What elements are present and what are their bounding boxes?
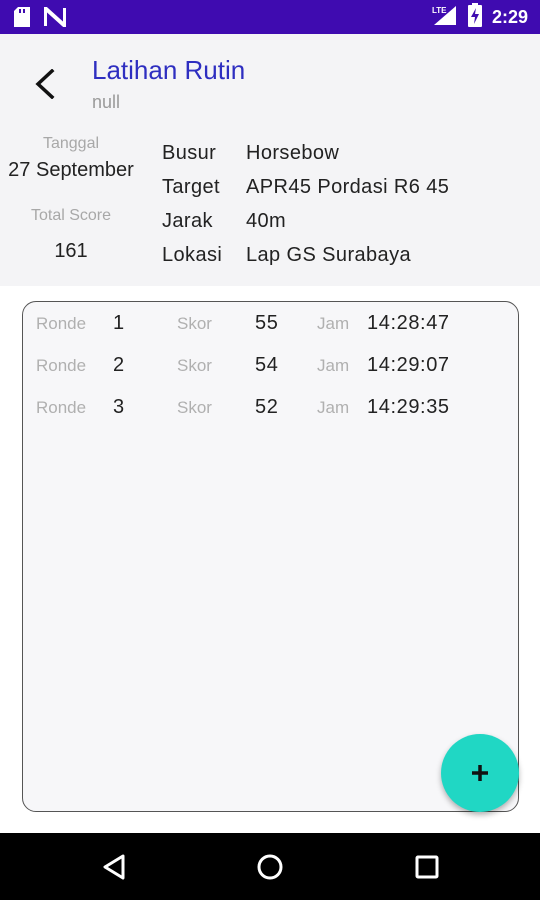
info-value: Lap GS Surabaya [246,244,411,266]
home-circle-icon [257,854,283,880]
total-score-label: Total Score [30,207,112,224]
session-header: Latihan Rutin null Tanggal 27 September … [0,34,540,286]
nav-recents-button[interactable] [409,849,445,885]
round-score: 54 [255,354,279,376]
status-time: 2:29 [491,6,528,27]
status-bar: LTE 2:29 [0,0,540,34]
info-value: APR45 Pordasi R6 45 [246,176,450,198]
rounds-list: Ronde 1 Skor 55 Jam 14:28:47 Ronde 2 Sko… [22,301,519,812]
round-score: 55 [255,312,279,334]
round-label: Ronde [36,356,87,375]
round-time: 14:28:47 [367,312,450,334]
info-key: Lokasi [162,244,223,266]
info-key: Busur [162,142,217,164]
info-key: Target [162,176,220,198]
back-triangle-icon [103,854,125,880]
list-item[interactable]: Ronde 1 Skor 55 Jam 14:28:47 [23,312,518,342]
round-number: 2 [113,354,125,376]
add-round-button[interactable] [441,734,519,812]
total-score-value: 161 [54,240,88,262]
score-label: Skor [177,398,212,417]
navigation-bar [0,833,540,900]
recents-square-icon [415,855,439,879]
info-value: 40m [246,210,287,232]
page-title: Latihan Rutin [92,55,246,85]
list-item[interactable]: Ronde 2 Skor 54 Jam 14:29:07 [23,354,518,384]
time-label: Jam [317,314,350,333]
nav-back-button[interactable] [96,849,132,885]
score-label: Skor [177,314,212,333]
nav-home-button[interactable] [252,849,288,885]
date-label: Tanggal [42,135,100,152]
info-value: Horsebow [246,142,340,164]
back-arrow-icon [35,69,55,99]
date-value: 27 September [8,159,134,181]
score-label: Skor [177,356,212,375]
notification-n-icon [43,3,67,32]
plus-icon [472,765,488,781]
time-label: Jam [317,398,350,417]
round-number: 1 [113,312,125,334]
round-score: 52 [255,396,279,418]
round-label: Ronde [36,398,87,417]
sd-card-icon [14,7,30,32]
round-time: 14:29:07 [367,354,450,376]
info-key: Jarak [162,210,213,232]
page-subtitle: null [92,92,121,112]
round-time: 14:29:35 [367,396,450,418]
back-button[interactable] [26,66,62,102]
list-item[interactable]: Ronde 3 Skor 52 Jam 14:29:35 [23,396,518,426]
round-label: Ronde [36,314,87,333]
battery-charging-icon [467,2,482,32]
svg-text:LTE: LTE [432,6,447,15]
lte-signal-icon: LTE [432,4,458,31]
time-label: Jam [317,356,350,375]
round-number: 3 [113,396,125,418]
